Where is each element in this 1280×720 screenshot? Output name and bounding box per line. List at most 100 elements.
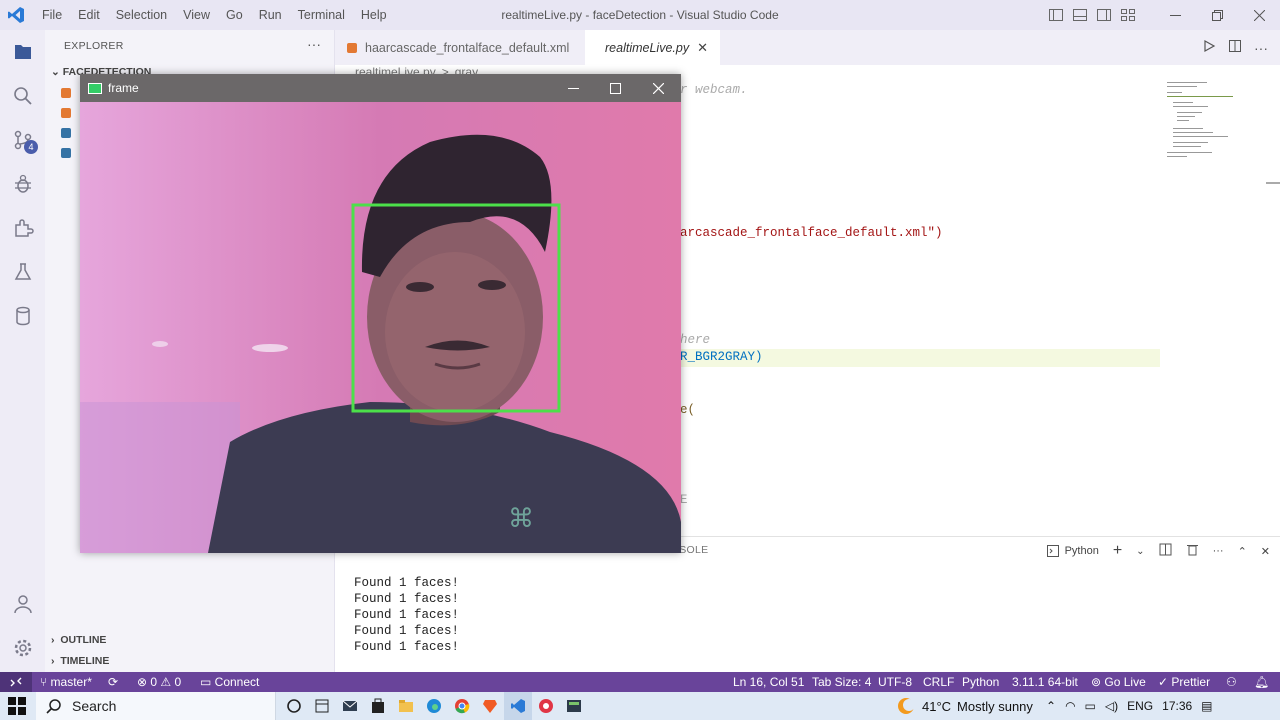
- activity-bar: 4: [0, 30, 45, 672]
- chevron-up-icon[interactable]: ⌃: [1046, 699, 1056, 713]
- encoding[interactable]: UTF-8: [878, 672, 912, 692]
- more-icon[interactable]: ···: [1213, 545, 1224, 557]
- toggle-panel-icon[interactable]: [1068, 0, 1092, 30]
- tab-haarcascade-xml[interactable]: haarcascade_frontalface_default.xml: [335, 30, 585, 65]
- menu-go[interactable]: Go: [218, 0, 251, 30]
- taskbar-search-box[interactable]: Search: [36, 692, 276, 720]
- language-mode[interactable]: Python: [962, 672, 999, 692]
- notification-center-icon[interactable]: ▤: [1201, 699, 1212, 713]
- menu-terminal[interactable]: Terminal: [290, 0, 353, 30]
- close-window-button[interactable]: [1238, 0, 1280, 30]
- mail-icon[interactable]: [336, 692, 364, 720]
- customize-layout-icon[interactable]: [1116, 0, 1140, 30]
- kill-terminal-icon[interactable]: [1186, 543, 1199, 559]
- restore-button[interactable]: [1196, 0, 1238, 30]
- accounts-status-icon[interactable]: ⚇: [1226, 672, 1237, 692]
- system-tray: ⌃ ◠ ▭ ◁) ENG 17:36 ▤: [1046, 692, 1213, 720]
- python-file-icon[interactable]: [61, 148, 71, 158]
- more-actions-icon[interactable]: ···: [1254, 40, 1268, 56]
- remote-indicator[interactable]: [0, 672, 32, 692]
- source-control-icon[interactable]: 4: [0, 118, 45, 162]
- python-file-icon[interactable]: [61, 128, 71, 138]
- windows-start-icon[interactable]: [8, 692, 26, 720]
- frame-minimize-button[interactable]: [552, 74, 594, 102]
- split-editor-icon[interactable]: [1228, 39, 1242, 56]
- close-panel-icon[interactable]: ✕: [1261, 545, 1270, 558]
- testing-icon[interactable]: [0, 250, 45, 294]
- store-icon[interactable]: [364, 692, 392, 720]
- menu-help[interactable]: Help: [353, 0, 395, 30]
- vscode-taskbar-icon[interactable]: [504, 692, 532, 720]
- database-icon[interactable]: [0, 294, 45, 338]
- go-live-button[interactable]: ⊚ Go Live: [1091, 672, 1146, 692]
- brave-browser-icon[interactable]: [476, 692, 504, 720]
- weather-widget[interactable]: 41°C Mostly sunny: [896, 692, 1033, 720]
- run-debug-icon[interactable]: [0, 162, 45, 206]
- problems-indicator[interactable]: ⊗ 0 ⚠ 0: [137, 672, 181, 692]
- network-wifi-icon[interactable]: ◠: [1065, 699, 1075, 713]
- tab-realtimeLive-py[interactable]: realtimeLive.py ✕: [585, 30, 720, 65]
- python-app-icon[interactable]: [560, 692, 588, 720]
- terminal-output[interactable]: Found 1 faces! Found 1 faces! Found 1 fa…: [354, 575, 459, 655]
- volume-icon[interactable]: ◁): [1105, 699, 1118, 713]
- close-tab-icon[interactable]: ✕: [697, 40, 708, 56]
- scrollbar-marker[interactable]: [1266, 182, 1280, 184]
- opencv-frame-window[interactable]: frame ⌘: [80, 74, 681, 553]
- xml-file-icon[interactable]: [61, 108, 71, 118]
- frame-close-button[interactable]: [637, 74, 679, 102]
- python-interpreter[interactable]: 3.11.1 64-bit: [1012, 672, 1078, 692]
- menu-file[interactable]: File: [34, 0, 70, 30]
- explorer-more-button[interactable]: ···: [307, 36, 321, 52]
- input-language[interactable]: ENG: [1127, 699, 1153, 713]
- maximize-panel-icon[interactable]: ⌃: [1238, 545, 1247, 558]
- battery-icon[interactable]: ▭: [1085, 699, 1096, 713]
- search-icon[interactable]: [0, 74, 45, 118]
- xml-file-icon[interactable]: [61, 88, 71, 98]
- terminal-line: Found 1 faces!: [354, 576, 460, 590]
- split-terminal-icon[interactable]: [1159, 543, 1172, 559]
- toggle-sidebar-icon[interactable]: [1044, 0, 1068, 30]
- branch-indicator[interactable]: ⑂ master*: [40, 672, 92, 692]
- frame-maximize-button[interactable]: [594, 74, 636, 102]
- extensions-icon[interactable]: [0, 206, 45, 250]
- svg-text:⌘: ⌘: [508, 504, 534, 534]
- taskbar-apps: [280, 692, 588, 720]
- menu-view[interactable]: View: [175, 0, 218, 30]
- terminal-shell-label: Python: [1064, 545, 1099, 557]
- prettier-button[interactable]: ✓ Prettier: [1158, 672, 1210, 692]
- settings-gear-icon[interactable]: [0, 626, 45, 670]
- menu-selection[interactable]: Selection: [108, 0, 175, 30]
- new-terminal-icon[interactable]: +: [1113, 542, 1122, 560]
- terminal-shell-selector[interactable]: Python: [1046, 544, 1099, 558]
- menu-run[interactable]: Run: [251, 0, 290, 30]
- minimap[interactable]: [1163, 80, 1243, 170]
- edge-browser-icon[interactable]: [420, 692, 448, 720]
- toggle-secondary-sidebar-icon[interactable]: [1092, 0, 1116, 30]
- code-fragment: E: [680, 493, 688, 507]
- sync-icon[interactable]: ⟳: [108, 672, 118, 692]
- file-explorer-icon[interactable]: [392, 692, 420, 720]
- notifications-bell-icon[interactable]: 🔔︎: [1254, 672, 1269, 692]
- chrome-browser-icon[interactable]: [448, 692, 476, 720]
- connect-button[interactable]: ▭ Connect: [200, 672, 259, 692]
- menu-edit[interactable]: Edit: [70, 0, 108, 30]
- terminal-line: Found 1 faces!: [354, 592, 460, 606]
- widgets-icon[interactable]: [308, 692, 336, 720]
- task-view-icon[interactable]: [280, 692, 308, 720]
- outline-section[interactable]: › OUTLINE: [51, 634, 106, 646]
- accounts-icon[interactable]: [0, 582, 45, 626]
- run-file-icon[interactable]: [1202, 39, 1216, 56]
- outline-label: OUTLINE: [60, 634, 107, 646]
- warning-count: 0: [174, 675, 182, 689]
- clock-time[interactable]: 17:36: [1162, 699, 1192, 713]
- cursor-position[interactable]: Ln 16, Col 51: [733, 672, 804, 692]
- recorder-app-icon[interactable]: [532, 692, 560, 720]
- minimize-button[interactable]: [1154, 0, 1196, 30]
- title-bar: File Edit Selection View Go Run Terminal…: [0, 0, 1280, 30]
- line-ending[interactable]: CRLF: [923, 672, 954, 692]
- timeline-section[interactable]: › TIMELINE: [51, 655, 109, 667]
- tab-size[interactable]: Tab Size: 4: [812, 672, 871, 692]
- chevron-down-icon[interactable]: ⌄: [1136, 546, 1144, 557]
- explorer-icon[interactable]: [0, 30, 45, 74]
- branch-label: master*: [50, 675, 92, 689]
